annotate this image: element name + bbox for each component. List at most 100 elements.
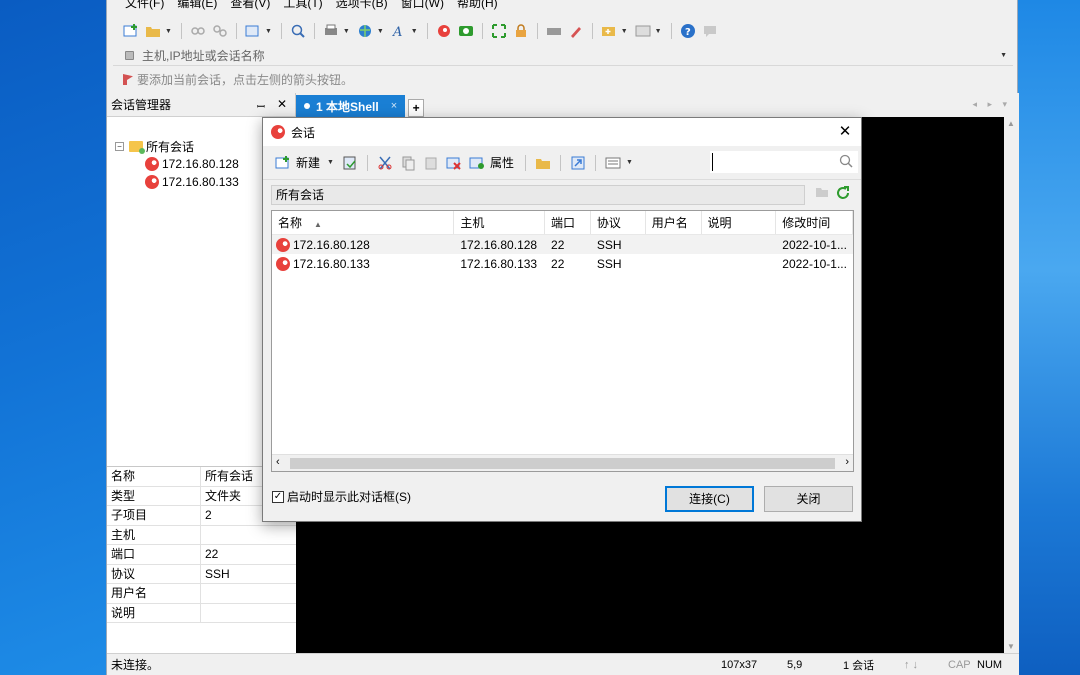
- properties-icon[interactable]: [469, 155, 485, 171]
- session-host: 172.16.80.133: [460, 256, 538, 271]
- session-manager-title: 会话管理器: [111, 98, 172, 112]
- add-tab-button[interactable]: +: [408, 99, 425, 117]
- pin-icon[interactable]: ꟷ: [257, 99, 265, 113]
- property-value: 文件夹: [205, 488, 242, 503]
- tab-local-shell[interactable]: 1 本地Shell ×: [296, 95, 406, 117]
- new-dropdown-icon[interactable]: ▼: [327, 159, 334, 166]
- import-icon[interactable]: [342, 155, 358, 171]
- refresh-icon[interactable]: [835, 185, 851, 204]
- lock-icon[interactable]: [513, 23, 529, 39]
- copy-icon[interactable]: [400, 155, 416, 171]
- scroll-right-icon[interactable]: ›: [845, 456, 849, 468]
- sessions-dialog: 会话 ✕ 新建 ▼ 属性 ▼ 所有会话 名称 ▲ 主机 端口 协议 用户名 说明…: [262, 117, 862, 522]
- tab-scroll-icon[interactable]: ◂ ▸ ▾: [972, 99, 1011, 110]
- globe-icon[interactable]: [357, 23, 373, 39]
- session-protocol: SSH: [596, 256, 622, 271]
- property-key: 用户名: [107, 584, 201, 603]
- properties-button-label[interactable]: 属性: [490, 154, 514, 171]
- scroll-thumb[interactable]: [290, 458, 835, 469]
- terminal-scrollbar[interactable]: ▲ ▼: [1004, 117, 1019, 653]
- column-host[interactable]: 主机: [454, 211, 546, 234]
- show-on-startup-checkbox[interactable]: ✓ 启动时显示此对话框(S): [272, 488, 411, 505]
- help-icon[interactable]: ?: [680, 23, 696, 39]
- column-name[interactable]: 名称 ▲: [272, 211, 455, 234]
- menu-tools[interactable]: 工具(T): [283, 0, 322, 9]
- path-actions: [815, 185, 851, 204]
- sort-asc-icon: ▲: [314, 220, 322, 229]
- scroll-down-icon[interactable]: ▼: [1007, 642, 1015, 651]
- checkmark-icon[interactable]: ✓: [272, 490, 284, 503]
- list-horizontal-scrollbar[interactable]: ‹ ›: [272, 454, 853, 471]
- address-dropdown-icon[interactable]: ▼: [1000, 52, 1007, 59]
- column-username[interactable]: 用户名: [646, 211, 702, 234]
- keyboard-icon[interactable]: [546, 23, 562, 39]
- main-toolbar: ▼ ▼ ▼ ▼ A ▼ ▼ ▼ ?: [107, 18, 1017, 44]
- status-bar: 未连接。 107x37 5,9 1 会话 ↑ ↓ CAP NUM: [107, 653, 1019, 675]
- session-row[interactable]: 172.16.80.133 172.16.80.133 22 SSH 2022-…: [272, 254, 853, 273]
- menu-view[interactable]: 查看(V): [230, 0, 270, 9]
- cut-icon[interactable]: [377, 155, 393, 171]
- close-button[interactable]: 关闭: [764, 486, 853, 512]
- column-modified[interactable]: 修改时间: [776, 211, 853, 234]
- delete-icon[interactable]: [446, 155, 462, 171]
- property-key: 子项目: [107, 506, 201, 525]
- reconnect-icon[interactable]: [245, 23, 261, 39]
- column-protocol[interactable]: 协议: [591, 211, 646, 234]
- close-icon[interactable]: ✕: [277, 97, 287, 111]
- menu-help[interactable]: 帮助(H): [457, 0, 498, 9]
- address-bar[interactable]: 主机,IP地址或会话名称 ▼: [113, 45, 1013, 66]
- session-row[interactable]: 172.16.80.128 172.16.80.128 22 SSH 2022-…: [272, 235, 853, 254]
- scroll-up-icon[interactable]: ▲: [1007, 119, 1015, 128]
- fullscreen-icon[interactable]: [491, 23, 507, 39]
- menu-tabs[interactable]: 选项卡(B): [336, 0, 388, 9]
- connect-button[interactable]: 连接(C): [665, 486, 754, 512]
- shortcut-icon[interactable]: [570, 155, 586, 171]
- view-dropdown-icon[interactable]: ▼: [626, 159, 633, 166]
- property-key: 类型: [107, 486, 201, 505]
- print-icon[interactable]: [323, 23, 339, 39]
- highlight-icon[interactable]: [568, 23, 584, 39]
- scroll-left-icon[interactable]: ‹: [276, 456, 280, 468]
- folder-up-icon[interactable]: [815, 185, 829, 204]
- desktop-background: [1018, 0, 1080, 675]
- xftp-icon[interactable]: [458, 23, 474, 39]
- property-row: 端口 22: [107, 545, 296, 565]
- svg-text:?: ?: [685, 27, 691, 38]
- session-search-input[interactable]: [712, 153, 832, 171]
- property-value: [201, 526, 205, 545]
- session-nav-icon[interactable]: ↑ ↓: [904, 659, 918, 671]
- collapse-icon[interactable]: −: [115, 141, 124, 151]
- arrow-flag-icon[interactable]: [123, 74, 133, 85]
- tree-item-label: 172.16.80.128: [162, 157, 239, 171]
- dialog-close-button[interactable]: ✕: [835, 122, 855, 140]
- new-button-label[interactable]: 新建: [296, 154, 320, 171]
- open-folder-icon[interactable]: [145, 23, 161, 39]
- connect-icon[interactable]: [190, 23, 206, 39]
- session-hint: 要添加当前会话，点击左侧的箭头按钮。: [123, 71, 353, 88]
- menu-edit[interactable]: 编辑(E): [177, 0, 217, 9]
- property-value: SSH: [205, 566, 230, 581]
- layout-icon[interactable]: [635, 23, 651, 39]
- new-session-icon[interactable]: [275, 155, 291, 171]
- search-icon[interactable]: [290, 23, 306, 39]
- new-tab-icon[interactable]: [601, 23, 617, 39]
- session-search[interactable]: [710, 151, 858, 173]
- session-list: 名称 ▲ 主机 端口 协议 用户名 说明 修改时间 172.16.80.128 1…: [271, 210, 854, 472]
- view-mode-icon[interactable]: [605, 155, 621, 171]
- column-description[interactable]: 说明: [702, 211, 777, 234]
- tab-close-icon[interactable]: ×: [391, 100, 397, 112]
- column-port[interactable]: 端口: [545, 211, 591, 234]
- disconnect-icon[interactable]: [212, 23, 228, 39]
- paste-icon[interactable]: [423, 155, 439, 171]
- new-folder-icon[interactable]: [535, 155, 551, 171]
- search-icon[interactable]: [839, 154, 853, 168]
- property-row: 协议 SSH: [107, 564, 296, 584]
- session-manager-header: 会话管理器 ꟷ ✕: [107, 93, 295, 117]
- chat-icon[interactable]: [702, 23, 718, 39]
- num-lock-indicator: NUM: [977, 658, 1003, 671]
- menu-window[interactable]: 窗口(W): [401, 0, 444, 9]
- xshell-logo-icon[interactable]: [436, 23, 452, 39]
- font-icon[interactable]: A: [391, 23, 407, 39]
- new-session-icon[interactable]: [123, 23, 139, 39]
- menu-file[interactable]: 文件(F): [125, 0, 164, 9]
